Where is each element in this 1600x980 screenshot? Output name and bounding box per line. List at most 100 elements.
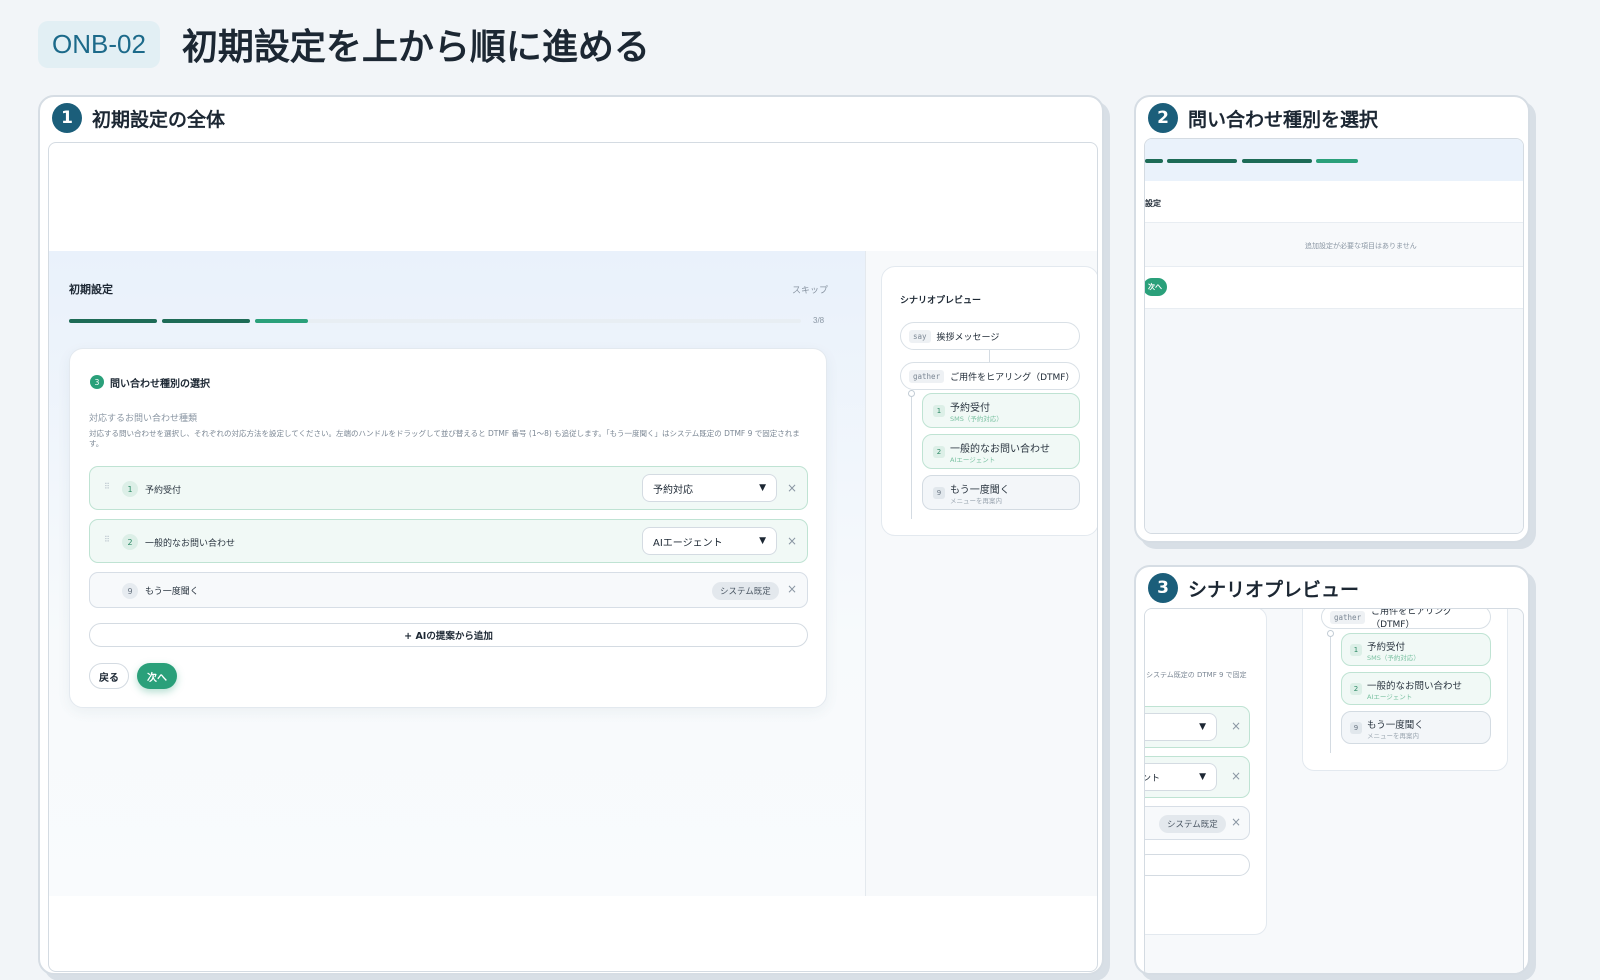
branch-line bbox=[911, 397, 912, 519]
back-button[interactable]: 戻る bbox=[89, 663, 129, 689]
preview-card: シナリオプレビュー say 挨拶メッセージ gather ご用件をヒアリング（D… bbox=[881, 266, 1097, 536]
branch-desc: SMS（予約対応） bbox=[1367, 654, 1420, 662]
panel-header: 1 初期設定の全体 bbox=[52, 103, 225, 133]
zoom-step-card: システム既定の DTMF 9 で固定 ▼ × ント ▼ × システム既定 × bbox=[1145, 609, 1267, 935]
node-type-tag: gather bbox=[909, 369, 945, 383]
say-node: say 挨拶メッセージ bbox=[900, 322, 1080, 350]
panel-select-inquiry: 2 問い合わせ種別を選択 設定 追加設定が必要な項目はありません 次へ bbox=[1134, 95, 1530, 543]
panel-number: 1 bbox=[52, 103, 82, 133]
branch-item: 9 もう一度聞く メニューを再案内 bbox=[1341, 711, 1491, 744]
handling-select[interactable]: AIエージェント ▼ bbox=[642, 527, 777, 555]
onboarding-heading: 初期設定 bbox=[69, 284, 113, 296]
page-title: 初期設定を上から順に進める bbox=[181, 27, 650, 68]
branch-dot bbox=[908, 390, 915, 397]
gather-node: gather ご用件をヒアリング（DTMF） bbox=[1321, 608, 1491, 630]
panel-title: シナリオプレビュー bbox=[1188, 578, 1360, 601]
inquiry-row[interactable]: ⠿ 2 一般的なお問い合わせ AIエージェント ▼ × bbox=[89, 519, 808, 563]
branch-desc: メニューを再案内 bbox=[950, 497, 1002, 505]
node-text: ご用件をヒアリング（DTMF） bbox=[950, 372, 1075, 383]
step-card: 3 問い合わせ種別の選択 対応するお問い合わせ種類 対応する問い合わせを選択し、… bbox=[69, 348, 827, 708]
handling-select[interactable]: ▼ bbox=[1145, 713, 1217, 741]
drag-handle-icon[interactable]: ⠿ bbox=[104, 535, 110, 544]
empty-message: 追加設定が必要な項目はありません bbox=[1305, 242, 1417, 250]
branch-desc: メニューを再案内 bbox=[1367, 732, 1419, 740]
connector-line bbox=[989, 350, 990, 362]
branch-title: もう一度聞く bbox=[950, 485, 1010, 496]
node-type-tag: say bbox=[909, 329, 931, 343]
gather-node: gather ご用件をヒアリング（DTMF） bbox=[900, 362, 1080, 390]
remove-icon[interactable]: × bbox=[1231, 815, 1241, 829]
branch-number: 2 bbox=[1350, 683, 1362, 695]
zoom-frame: システム既定の DTMF 9 で固定 ▼ × ント ▼ × システム既定 × bbox=[1144, 608, 1524, 973]
drag-handle-icon[interactable]: ⠿ bbox=[104, 482, 110, 491]
branch-item: 2 一般的なお問い合わせ AIエージェント bbox=[1341, 672, 1491, 705]
dtmf-number: 1 bbox=[122, 481, 138, 497]
branch-title: もう一度聞く bbox=[1367, 720, 1424, 731]
progress-segment-3 bbox=[255, 319, 308, 323]
page-header: ONB-02 初期設定を上から順に進める bbox=[38, 18, 650, 70]
progress-segment bbox=[1316, 159, 1358, 163]
inquiry-row[interactable]: ⠿ 1 予約受付 予約対応 ▼ × bbox=[89, 466, 808, 510]
branch-item: 1 予約受付 SMS（予約対応） bbox=[922, 393, 1080, 428]
preview-sidebar: シナリオプレビュー say 挨拶メッセージ gather ご用件をヒアリング（D… bbox=[865, 251, 1097, 896]
next-button[interactable]: 次へ bbox=[137, 663, 177, 689]
branch-item: 1 予約受付 SMS（予約対応） bbox=[1341, 633, 1491, 666]
chevron-down-icon: ▼ bbox=[1199, 772, 1206, 782]
chevron-down-icon: ▼ bbox=[759, 536, 766, 546]
panel-overview: 1 初期設定の全体 初期設定 スキップ 3/8 3 問い合わせ種別の選択 対応す… bbox=[38, 95, 1104, 975]
branch-desc: AIエージェント bbox=[950, 456, 996, 464]
branch-title: 予約受付 bbox=[1367, 642, 1406, 653]
branch-title: 一般的なお問い合わせ bbox=[950, 444, 1050, 455]
remove-icon[interactable]: × bbox=[787, 582, 797, 596]
zoom-empty-fill bbox=[1145, 309, 1523, 533]
dtmf-number: 9 bbox=[122, 583, 138, 599]
node-text: ご用件をヒアリング（DTMF） bbox=[1371, 608, 1453, 630]
progress-bar bbox=[69, 319, 801, 323]
inquiry-name: もう一度聞く bbox=[145, 587, 199, 597]
branch-dot bbox=[1327, 630, 1334, 637]
panel-header: 2 問い合わせ種別を選択 bbox=[1148, 103, 1378, 133]
screenshot-frame: 初期設定 スキップ 3/8 3 問い合わせ種別の選択 対応するお問い合わせ種類 … bbox=[48, 142, 1098, 972]
inquiry-row[interactable]: ▼ × bbox=[1145, 706, 1250, 748]
branch-desc: SMS（予約対応） bbox=[950, 415, 1003, 423]
add-from-ai-button[interactable] bbox=[1145, 854, 1250, 876]
dtmf-number: 2 bbox=[122, 534, 138, 550]
zoom-preview-card: gather ご用件をヒアリング（DTMF） 1 予約受付 SMS（予約対応） … bbox=[1302, 608, 1508, 771]
inquiry-name: 予約受付 bbox=[145, 486, 182, 496]
add-from-ai-button[interactable]: + AIの提案から追加 bbox=[89, 623, 808, 647]
panel-number: 2 bbox=[1148, 103, 1178, 133]
progress-segment-1 bbox=[69, 319, 157, 323]
panel-title: 問い合わせ種別を選択 bbox=[1188, 108, 1379, 131]
panel-header: 3 シナリオプレビュー bbox=[1148, 573, 1359, 603]
progress-track bbox=[308, 319, 801, 323]
branch-number: 1 bbox=[933, 405, 945, 417]
remove-icon[interactable]: × bbox=[787, 534, 797, 548]
remove-icon[interactable]: × bbox=[1231, 719, 1241, 733]
branch-item: 9 もう一度聞く メニューを再案内 bbox=[922, 475, 1080, 510]
branch-number: 9 bbox=[1350, 722, 1362, 734]
branch-number: 1 bbox=[1350, 644, 1362, 656]
handling-select-value: 予約対応 bbox=[653, 484, 693, 496]
system-default-badge: システム既定 bbox=[1159, 815, 1226, 833]
inquiry-row[interactable]: ント ▼ × bbox=[1145, 756, 1250, 798]
screen-code-badge: ONB-02 bbox=[38, 20, 160, 68]
zoom-action-row: 次へ bbox=[1145, 267, 1523, 309]
handling-select-value: ント bbox=[1145, 773, 1161, 784]
skip-link[interactable]: スキップ bbox=[792, 283, 828, 296]
handling-select[interactable]: ント ▼ bbox=[1145, 763, 1217, 791]
remove-icon[interactable]: × bbox=[1231, 769, 1241, 783]
progress-segment bbox=[1145, 159, 1163, 163]
zoom-heading: 設定 bbox=[1145, 199, 1161, 208]
handling-select[interactable]: 予約対応 ▼ bbox=[642, 474, 777, 502]
help-text: 対応する問い合わせを選択し、それぞれの対応方法を設定してください。左端のハンドル… bbox=[89, 429, 800, 448]
handling-select-value: AIエージェント bbox=[653, 537, 723, 549]
remove-icon[interactable]: × bbox=[787, 481, 797, 495]
branch-title: 一般的なお問い合わせ bbox=[1367, 681, 1463, 692]
next-button[interactable]: 次へ bbox=[1145, 278, 1167, 296]
progress-segment bbox=[1242, 159, 1312, 163]
progress-counter: 3/8 bbox=[813, 316, 825, 325]
zoom-progress-area bbox=[1145, 139, 1523, 181]
onboarding-main: 初期設定 スキップ 3/8 3 問い合わせ種別の選択 対応するお問い合わせ種類 … bbox=[49, 251, 865, 896]
progress-segment bbox=[1167, 159, 1237, 163]
progress-segment-2 bbox=[162, 319, 250, 323]
